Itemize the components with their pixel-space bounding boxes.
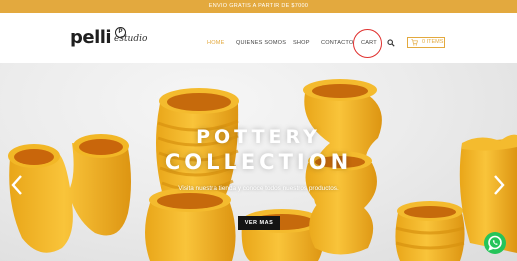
cart-highlight-annotation xyxy=(353,29,382,58)
cart-icon xyxy=(411,39,418,46)
chevron-right-icon[interactable] xyxy=(492,174,506,196)
announcement-text: ENVIO GRATIS A PARTIR DE $7000 xyxy=(208,3,309,9)
hero-slider: POTTERY COLLECTION Visita nuestra tienda… xyxy=(0,63,517,261)
announcement-bar: ENVIO GRATIS A PARTIR DE $7000 xyxy=(0,0,517,13)
hero-subtitle: Visita nuestra tienda y conoce todos nue… xyxy=(178,185,339,192)
cart-count: 0 ITEMS xyxy=(422,39,444,45)
nav-item-quienes-somos[interactable]: QUIENES SOMOS xyxy=(236,40,286,46)
whatsapp-button[interactable] xyxy=(484,232,506,254)
logo-subtitle: estudio xyxy=(114,34,148,44)
site-header: pelli P estudio HOME QUIENES SOMOS SHOP … xyxy=(0,13,517,63)
ver-mas-button[interactable]: VER MAS xyxy=(238,216,280,230)
chevron-left-icon[interactable] xyxy=(10,174,24,196)
logo-wordmark: pelli xyxy=(70,27,112,48)
search-icon[interactable] xyxy=(387,39,395,47)
hero-title-line-1: POTTERY xyxy=(196,126,321,148)
nav-item-contacto[interactable]: CONTACTO xyxy=(321,40,353,46)
hero-title-line-2: COLLECTION xyxy=(164,150,353,174)
nav-item-home[interactable]: HOME xyxy=(207,40,225,46)
cart-button[interactable]: 0 ITEMS xyxy=(407,37,445,48)
nav-item-shop[interactable]: SHOP xyxy=(293,40,310,46)
whatsapp-icon xyxy=(488,235,502,251)
